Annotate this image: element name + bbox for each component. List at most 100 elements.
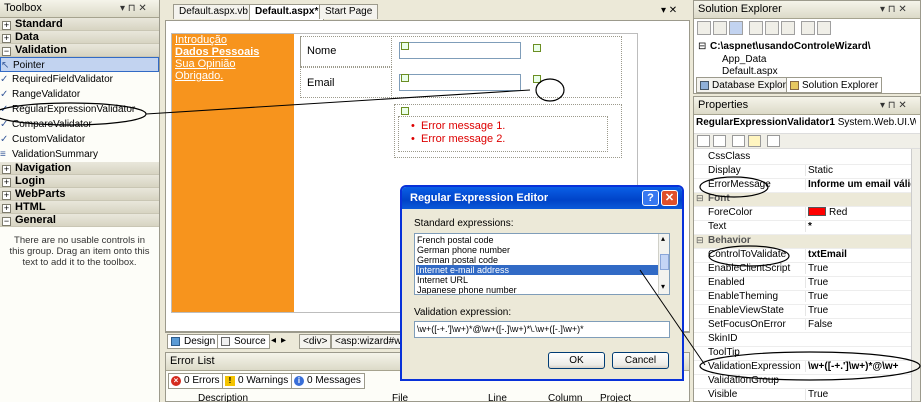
property-value[interactable]: True — [805, 277, 912, 288]
wizard-step-link[interactable]: Introdução — [175, 34, 227, 46]
property-pages-icon[interactable] — [767, 135, 780, 147]
tree-item-website[interactable]: C:\aspnet\usandoControleWizard\ — [710, 41, 870, 52]
wizard-step-link[interactable]: Sua Opinião — [175, 58, 236, 70]
property-value[interactable]: Red — [805, 207, 912, 218]
tree-expand-icon[interactable]: ⊟ — [698, 41, 706, 52]
toolbox-category-general[interactable]: − General — [0, 214, 159, 227]
messages-filter-button[interactable]: i 0 Messages — [291, 373, 365, 389]
property-row[interactable]: ValidationGroup — [694, 375, 912, 389]
errors-filter-button[interactable]: × 0 Errors — [168, 373, 224, 389]
breadcrumb-div[interactable]: <div> — [299, 334, 332, 349]
expression-option[interactable]: Japanese phone number — [416, 285, 658, 294]
property-row[interactable]: ValidationExpression \w+([-+.']\w+)*@\w+ — [694, 361, 912, 375]
list-scrollbar[interactable]: ▴ ▾ — [658, 234, 669, 294]
column-project[interactable]: Project — [600, 393, 631, 402]
wizard-step-link[interactable]: Obrigado. — [175, 70, 223, 82]
view-designer-icon[interactable] — [781, 21, 795, 35]
toolbox-item-rangevalidator[interactable]: ✓ RangeValidator — [0, 87, 159, 102]
source-view-button[interactable]: Source — [217, 334, 270, 349]
email-textbox[interactable] — [399, 74, 521, 91]
breadcrumb-wizard[interactable]: <asp:wizard#wiz — [331, 334, 401, 349]
categorized-icon[interactable] — [697, 135, 710, 147]
toolbox-window-controls[interactable]: ▾ ⊓ ✕ — [120, 0, 147, 17]
toolbox-item-regularexpressionvalidator[interactable]: ✓ RegularExpressionValidator — [0, 102, 159, 117]
toolbox-category-standard[interactable]: + Standard — [0, 18, 159, 31]
view-code-icon[interactable] — [765, 21, 779, 35]
cancel-button[interactable]: Cancel — [612, 352, 669, 369]
toolbox-category-navigation[interactable]: + Navigation — [0, 162, 159, 175]
property-row[interactable]: Display Static — [694, 165, 912, 179]
toolbox-category-html[interactable]: + HTML — [0, 201, 159, 214]
crumb-scroll-right-icon[interactable]: ▸ — [281, 335, 286, 346]
scroll-up-icon[interactable]: ▴ — [661, 234, 665, 243]
show-all-files-icon[interactable] — [729, 21, 743, 35]
expression-option[interactable]: Internet e-mail address — [416, 265, 658, 275]
collapse-icon[interactable]: − — [2, 217, 11, 226]
column-column[interactable]: Column — [548, 393, 582, 402]
design-view-button[interactable]: Design — [167, 334, 220, 349]
refresh-icon[interactable] — [713, 21, 727, 35]
column-description[interactable]: Description — [198, 393, 248, 402]
expand-icon[interactable]: + — [2, 21, 11, 30]
object-selector[interactable]: RegularExpressionValidator1 System.Web.U… — [696, 117, 916, 131]
property-value[interactable]: \w+([-+.']\w+)*@\w+ — [805, 361, 912, 372]
wizard-step-link-active[interactable]: Dados Pessoais — [175, 46, 259, 58]
property-row[interactable]: SkinID — [694, 333, 912, 347]
property-value[interactable]: Static — [805, 165, 912, 176]
property-category[interactable]: Behavior — [694, 235, 912, 249]
scroll-down-icon[interactable]: ▾ — [661, 282, 665, 291]
column-line[interactable]: Line — [488, 393, 507, 402]
expand-icon[interactable]: + — [2, 191, 11, 200]
property-value[interactable]: True — [805, 291, 912, 302]
validation-expression-input[interactable]: \w+([-+.']\w+)*@\w+([-.]\w+)*\.\w+([-.]\… — [414, 321, 670, 338]
alphabetical-icon[interactable] — [713, 135, 726, 147]
property-value[interactable]: txtEmail — [805, 249, 912, 260]
toolbox-category-validation[interactable]: − Validation — [0, 44, 159, 57]
tab-start-page[interactable]: Start Page — [319, 4, 379, 19]
property-row[interactable]: ForeColor Red — [694, 207, 912, 221]
expression-option[interactable]: German phone number — [416, 245, 658, 255]
properties-icon[interactable] — [732, 135, 745, 147]
property-row[interactable]: ToolTip — [694, 347, 912, 361]
property-category[interactable]: Font — [694, 193, 912, 207]
property-row[interactable]: Enabled True — [694, 277, 912, 291]
toolbox-category-data[interactable]: + Data — [0, 31, 159, 44]
regex-validator-glyph-icon[interactable] — [533, 75, 541, 83]
events-icon[interactable] — [748, 135, 761, 147]
properties-window-controls[interactable]: ▾ ⊓ ✕ — [880, 97, 907, 114]
document-controls[interactable]: ▾ ✕ — [661, 5, 677, 16]
validator-glyph-icon[interactable] — [533, 44, 541, 52]
tree-item-app-data[interactable]: App_Data — [722, 54, 766, 65]
property-row[interactable]: CssClass — [694, 151, 912, 165]
asp-net-configuration-icon[interactable] — [817, 21, 831, 35]
property-row[interactable]: Text * — [694, 221, 912, 235]
expression-option[interactable]: French postal code — [416, 235, 658, 245]
toolbox-category-webparts[interactable]: + WebParts — [0, 188, 159, 201]
expand-icon[interactable]: + — [2, 178, 11, 187]
property-value[interactable]: True — [805, 263, 912, 274]
property-row[interactable]: Visible True — [694, 389, 912, 401]
toolbox-item-pointer[interactable]: ↖ Pointer — [0, 57, 159, 72]
expand-icon[interactable]: + — [2, 34, 11, 43]
tab-default-aspx[interactable]: Default.aspx* — [249, 4, 325, 20]
property-value[interactable]: True — [805, 305, 912, 316]
toolbox-category-login[interactable]: + Login — [0, 175, 159, 188]
validation-summary[interactable]: Error message 1. Error message 2. — [398, 107, 608, 152]
properties-toolbar-icon[interactable] — [697, 21, 711, 35]
property-row[interactable]: EnableTheming True — [694, 291, 912, 305]
warnings-filter-button[interactable]: ! 0 Warnings — [222, 373, 293, 389]
help-icon[interactable]: ? — [642, 190, 659, 206]
scroll-thumb[interactable] — [660, 254, 669, 270]
toolbox-item-validationsummary[interactable]: ≡ ValidationSummary — [0, 147, 159, 162]
standard-expressions-list[interactable]: French postal code German phone number Ger… — [414, 233, 670, 295]
copy-web-site-icon[interactable] — [801, 21, 815, 35]
solution-explorer-window-controls[interactable]: ▾ ⊓ ✕ — [880, 1, 907, 18]
property-value[interactable]: False — [805, 319, 912, 330]
property-row[interactable]: EnableViewState True — [694, 305, 912, 319]
close-icon[interactable]: ✕ — [661, 190, 678, 206]
property-value[interactable]: True — [805, 389, 912, 400]
nest-related-files-icon[interactable] — [749, 21, 763, 35]
collapse-icon[interactable]: − — [2, 47, 11, 56]
toolbox-item-requiredfieldvalidator[interactable]: ✓ RequiredFieldValidator — [0, 72, 159, 87]
dialog-titlebar[interactable]: Regular Expression Editor — [402, 187, 682, 209]
